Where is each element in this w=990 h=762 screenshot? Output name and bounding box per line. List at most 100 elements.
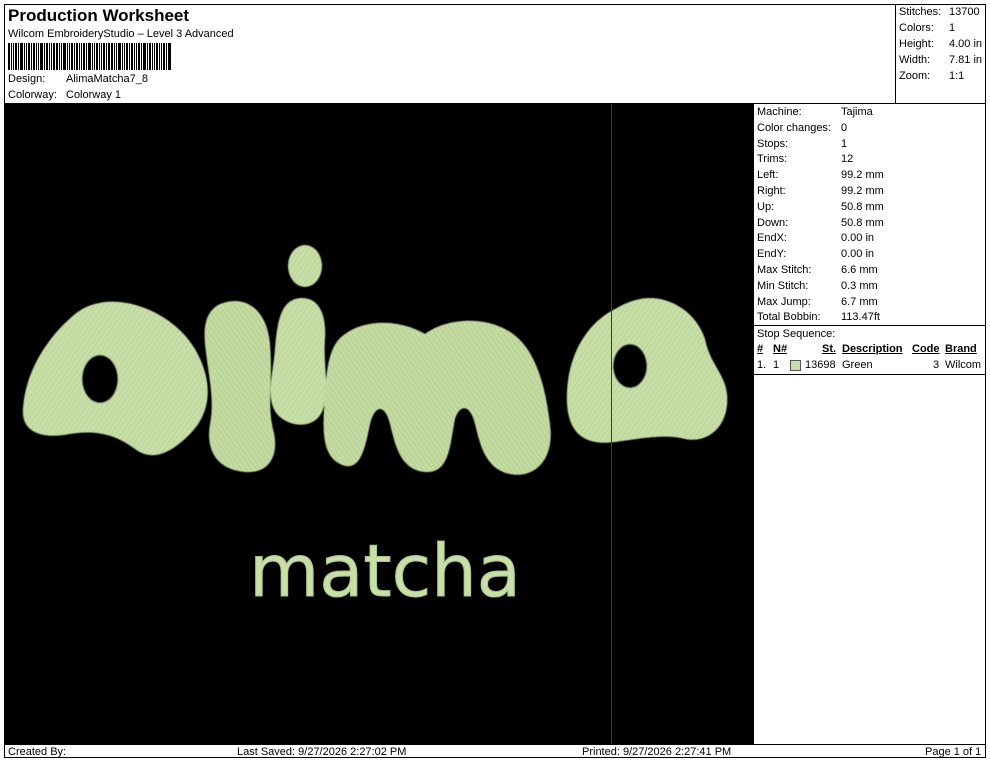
colorway-name: Colorway 1 xyxy=(66,89,122,101)
col-code: Code xyxy=(912,343,940,355)
barcode-bar xyxy=(103,43,105,70)
zoom-value: 1:1 xyxy=(949,70,965,82)
barcode-bar xyxy=(13,43,14,70)
barcode-bar xyxy=(168,43,171,70)
barcode-bar xyxy=(114,43,115,70)
width-label: Width: xyxy=(899,54,931,66)
barcode-bar xyxy=(134,43,135,70)
row-brand: Wilcom xyxy=(945,359,982,371)
design-name: AlimaMatcha7_8 xyxy=(66,73,148,85)
info-value: 113.47ft xyxy=(841,311,880,324)
barcode-bar xyxy=(8,43,10,70)
footer-divider xyxy=(4,744,986,745)
info-value: Tajima xyxy=(841,106,873,118)
barcode-bar xyxy=(99,43,100,70)
colors-value: 1 xyxy=(949,22,956,34)
design-guide-line xyxy=(611,104,612,744)
col-index: # xyxy=(757,343,764,355)
barcode-bar xyxy=(149,43,151,70)
thread-swatch xyxy=(790,360,801,371)
height-value: 4.00 in xyxy=(949,38,983,50)
info-value: 0.00 in xyxy=(841,232,875,245)
info-label: Right: xyxy=(757,185,786,197)
barcode-bar xyxy=(147,43,148,70)
design-preview: matcha alima xyxy=(5,104,753,744)
barcode-bar xyxy=(154,43,155,70)
barcode-bar xyxy=(136,43,137,70)
info-label: Color changes: xyxy=(757,121,831,134)
barcode-bar xyxy=(63,43,66,70)
printed-date: Printed: 9/27/2026 2:27:41 PM xyxy=(582,746,732,758)
zoom-label: Zoom: xyxy=(899,70,931,82)
col-stitches: St. xyxy=(822,343,837,355)
barcode-bar xyxy=(108,43,110,70)
divider xyxy=(754,325,986,326)
barcode-bar xyxy=(124,43,125,70)
last-saved: Last Saved: 9/27/2026 2:27:02 PM xyxy=(237,746,407,758)
machine-info-panel: Stop Sequence: # N# St. Description Code… xyxy=(753,104,986,744)
page-title: Production Worksheet xyxy=(8,6,190,25)
barcode-bar xyxy=(166,43,167,70)
barcode-bar xyxy=(116,43,117,70)
barcode-bar xyxy=(36,43,37,70)
info-label: EndX: xyxy=(757,232,787,245)
barcode-bar xyxy=(59,43,60,70)
barcode-bar xyxy=(33,43,35,70)
info-label: Stops: xyxy=(757,137,789,150)
barcode-bar xyxy=(92,43,93,70)
col-n: N# xyxy=(773,343,788,355)
barcode-bar xyxy=(69,43,70,70)
col-description: Description xyxy=(842,343,903,355)
row-stitches: 13698 xyxy=(805,359,836,371)
software-name: Wilcom EmbroideryStudio – Level 3 Advanc… xyxy=(8,28,234,40)
barcode-bar xyxy=(131,43,133,70)
alima-lettering xyxy=(22,245,728,475)
barcode-bar xyxy=(56,43,58,70)
barcode-bar xyxy=(88,43,91,70)
barcode-bar xyxy=(61,43,62,70)
barcode-bar xyxy=(46,43,48,70)
barcode-bar xyxy=(83,43,85,70)
info-label: Min Stitch: xyxy=(757,279,809,292)
info-value: 50.8 mm xyxy=(841,216,884,229)
info-value: 6.6 mm xyxy=(841,264,878,276)
barcode-bar xyxy=(129,43,130,70)
info-value: 0 xyxy=(841,121,848,134)
info-value: 0.3 mm xyxy=(841,279,878,292)
barcode-bar xyxy=(118,43,121,70)
info-label: Machine: xyxy=(757,106,802,118)
barcode-bar xyxy=(156,43,158,70)
barcode-bar xyxy=(159,43,160,70)
row-index: 1. xyxy=(757,359,767,371)
barcode-bar xyxy=(11,43,12,70)
info-label: Total Bobbin: xyxy=(757,311,821,324)
barcode-bar xyxy=(31,43,32,70)
barcode-bar xyxy=(53,43,55,70)
barcode-bar xyxy=(24,43,25,70)
barcode-bar xyxy=(138,43,140,70)
colorway-label: Colorway: xyxy=(8,89,57,101)
barcode-bar xyxy=(71,43,73,70)
info-label: Left: xyxy=(757,169,779,182)
info-label: Max Stitch: xyxy=(757,264,812,276)
barcode-bar xyxy=(38,43,39,70)
info-label: EndY: xyxy=(757,248,787,261)
info-value: 12 xyxy=(841,153,854,166)
barcode-bar xyxy=(126,43,128,70)
row-n: 1 xyxy=(773,359,780,371)
info-value: 99.2 mm xyxy=(841,169,884,182)
info-value: 50.8 mm xyxy=(841,200,884,213)
created-by: Created By: xyxy=(8,746,67,758)
colors-label: Colors: xyxy=(899,22,934,34)
stop-sequence-title: Stop Sequence: xyxy=(757,328,836,340)
barcode-bar xyxy=(81,43,82,70)
width-value: 7.81 in xyxy=(949,54,983,66)
barcode-bar xyxy=(51,43,52,70)
barcode-bar xyxy=(79,43,80,70)
stitches-value: 13700 xyxy=(949,6,980,18)
barcode xyxy=(8,43,208,70)
barcode-bar xyxy=(161,43,162,70)
info-value: 0.00 in xyxy=(841,248,875,261)
embroidery-design: matcha alima xyxy=(22,245,728,614)
info-value: 6.7 mm xyxy=(841,295,878,308)
